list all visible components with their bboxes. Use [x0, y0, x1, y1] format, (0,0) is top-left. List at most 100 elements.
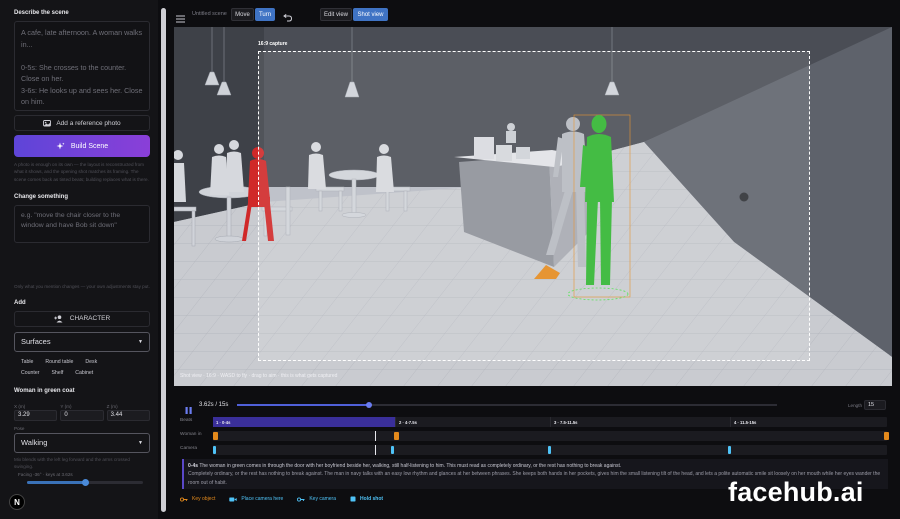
hold-shot-button[interactable]: Hold shot [350, 496, 383, 502]
scrubber-track[interactable] [237, 402, 777, 408]
topbar: Untitled scene Move Turn Edit view Shot … [170, 0, 900, 27]
build-scene-label: Build Scene [70, 142, 109, 150]
z-field: Z (m) 3.44 [106, 403, 150, 421]
x-label: X (m) [14, 403, 26, 409]
pause-icon [350, 496, 356, 502]
beat-1[interactable]: 1 · 0-4s [213, 417, 395, 427]
x-input[interactable]: 3.29 [14, 409, 58, 421]
scene-name[interactable]: Untitled scene [192, 11, 227, 17]
surfaces-select[interactable]: Surfaces ▼ [14, 331, 150, 352]
camera-track [213, 445, 887, 455]
key-icon [180, 496, 188, 502]
pose-select[interactable]: Walking ▼ [14, 432, 150, 453]
facing-slider-knob[interactable] [81, 479, 89, 487]
reference-photo-label: Add a reference photo [56, 119, 121, 127]
3d-viewport[interactable]: 16:9 capture Shot view · 16:9 · WASD to … [174, 27, 892, 386]
pose-select-value: Walking [21, 438, 48, 448]
surfaces-select-value: Surfaces [21, 337, 51, 347]
camera-keyframe[interactable] [548, 446, 551, 454]
change-hint: Only what you mention changes — your own… [14, 284, 150, 290]
time-display: 3.62s / 15s [199, 402, 229, 408]
z-input[interactable]: 3.44 [106, 409, 150, 421]
camera-row-label: Camera [180, 446, 198, 451]
change-heading: Change something [14, 194, 69, 201]
chip-cabinet[interactable]: Cabinet [71, 368, 97, 378]
beat-2[interactable]: 2 · 4-7.5s [395, 417, 550, 427]
y-label: Y (m) [60, 403, 72, 409]
chip-shelf[interactable]: Shelf [47, 368, 67, 378]
camera-icon [229, 497, 238, 501]
sparkle-icon [56, 142, 65, 149]
beat-description-title: 0-4s [188, 463, 199, 469]
scrubber-knob[interactable] [366, 402, 373, 408]
capture-frame-label: 16:9 capture [258, 41, 288, 47]
timeline-legend: Key object Place camera here Key camera … [180, 496, 383, 502]
beat-4[interactable]: 4 · 11.5-15s [730, 417, 887, 427]
image-icon [43, 120, 52, 127]
y-input[interactable]: 0 [60, 409, 104, 421]
menu-icon[interactable] [176, 10, 185, 28]
object-keyframe[interactable] [884, 432, 889, 440]
length-label: Length [848, 403, 863, 408]
sidebar: Describe the scene A cafe, late afternoo… [0, 0, 158, 519]
chip-desk[interactable]: Desk [81, 357, 101, 367]
chip-round-table[interactable]: Round table [41, 357, 77, 367]
z-label: Z (m) [106, 403, 118, 409]
undo-icon[interactable] [283, 9, 293, 27]
character-button-label: CHARACTER [69, 315, 111, 323]
woman-row-label: Woman in [180, 432, 202, 437]
add-person-icon [54, 315, 63, 323]
beat-3[interactable]: 3 · 7.5-11.5s [550, 417, 730, 427]
key-object-label: Key object [192, 496, 216, 502]
camera-keyframe[interactable] [213, 446, 216, 454]
facing-slider[interactable] [27, 479, 143, 487]
surface-chips-row-2: Counter Shelf Cabinet [17, 368, 150, 378]
object-keyframe[interactable] [394, 432, 399, 440]
pose-hint: Mix blends with the left leg forward and… [14, 456, 130, 470]
chip-counter[interactable]: Counter [17, 368, 43, 378]
playhead-line [375, 445, 376, 455]
length-input[interactable]: 15 [864, 400, 886, 410]
chip-table[interactable]: Table [17, 357, 37, 367]
position-fields: X (m) 3.29 Y (m) 0 Z (m) 3.44 [14, 404, 150, 421]
move-tool-button[interactable]: Move [231, 8, 254, 21]
surface-chips-row-1: Table Round table Desk [17, 357, 150, 367]
facing-slider-fill [27, 481, 85, 485]
turn-tool-button[interactable]: Turn [255, 8, 275, 21]
edit-view-button[interactable]: Edit view [320, 8, 352, 21]
app-logo-icon[interactable]: N [9, 494, 25, 510]
key-object-button[interactable]: Key object [180, 496, 215, 502]
describe-heading: Describe the scene [14, 10, 69, 16]
pose-label: Pose [14, 425, 25, 431]
shot-view-button[interactable]: Shot view [353, 8, 388, 21]
place-camera-button[interactable]: Place camera here [229, 496, 283, 502]
scene-description-input[interactable]: A cafe, late afternoon. A woman walks in… [14, 21, 150, 111]
build-scene-button[interactable]: Build Scene [14, 135, 150, 157]
y-field: Y (m) 0 [60, 403, 104, 421]
key-icon [297, 496, 305, 502]
woman-row: Woman in [170, 431, 890, 441]
object-keyframe[interactable] [213, 432, 218, 440]
capture-frame [258, 51, 810, 361]
sidebar-scrollbar[interactable] [161, 8, 166, 512]
key-camera-label: Key camera [309, 496, 337, 502]
camera-keyframe[interactable] [728, 446, 731, 454]
build-hint: A photo is enough on its own — the layou… [14, 162, 149, 182]
selected-object-heading: Woman in green coat [14, 387, 75, 394]
facing-row: Facing -36° · keys at 3.62s [18, 472, 150, 477]
add-character-button[interactable]: CHARACTER [14, 310, 150, 327]
x-field: X (m) 3.29 [14, 403, 58, 421]
add-reference-photo-button[interactable]: Add a reference photo [14, 115, 150, 131]
watermark: facehub.ai [728, 477, 864, 507]
woman-track [213, 431, 889, 441]
hold-shot-label: Hold shot [360, 496, 384, 502]
change-something-input[interactable]: e.g. "move the chair closer to the windo… [14, 205, 150, 244]
app-root: Describe the scene A cafe, late afternoo… [0, 0, 900, 519]
facing-hint: · keys at 3.62s [42, 472, 73, 478]
beats-row: Beats 1 · 0-4s 2 · 4-7.5s 3 · 7.5-11.5s … [170, 417, 890, 427]
camera-row: Camera [170, 445, 890, 455]
key-camera-button[interactable]: Key camera [297, 496, 336, 502]
camera-keyframe[interactable] [391, 446, 394, 454]
beats-track: 1 · 0-4s 2 · 4-7.5s 3 · 7.5-11.5s 4 · 11… [213, 417, 887, 427]
beat-description-line1: The woman in green comes in through the … [199, 463, 622, 469]
